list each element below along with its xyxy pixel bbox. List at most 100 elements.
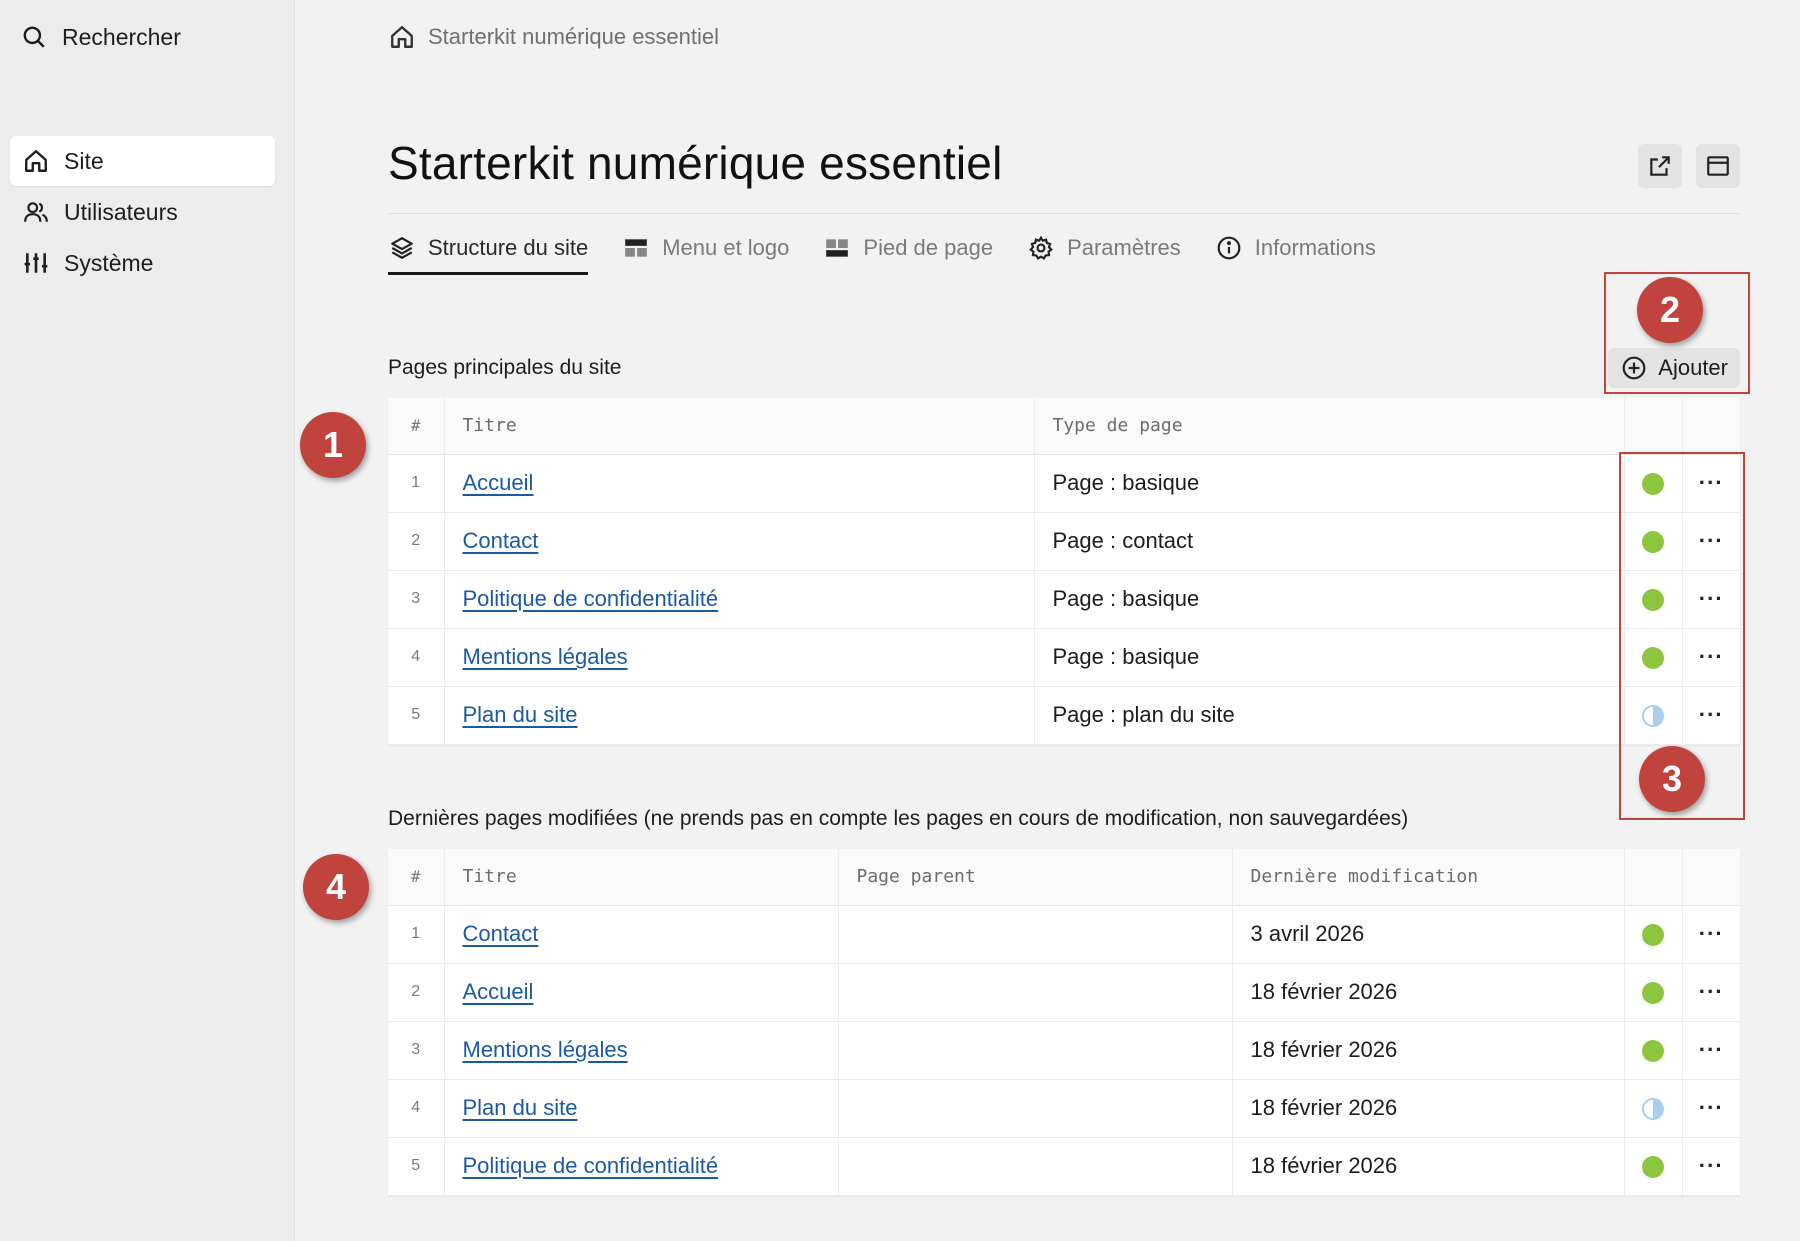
tab-information[interactable]: Informations — [1215, 224, 1376, 272]
table-row: 5 Plan du site Page : plan du site ··· — [388, 686, 1740, 745]
actions-cell: ··· — [1681, 963, 1740, 1022]
more-options-button[interactable]: ··· — [1699, 1153, 1724, 1178]
table-row: 4 Mentions légales Page : basique ··· — [388, 628, 1740, 687]
row-number: 2 — [388, 512, 444, 571]
published-status-icon — [1642, 924, 1664, 947]
search-button[interactable]: Rechercher — [20, 20, 181, 54]
open-external-button[interactable] — [1638, 144, 1682, 188]
page-type-cell: Page : basique — [1033, 628, 1624, 687]
table-row: 1 Accueil Page : basique ··· — [388, 454, 1740, 513]
main-pages-table: # Titre Type de page 1 Accueil Page : basi… — [388, 398, 1740, 745]
column-header-title[interactable]: Titre — [443, 398, 1034, 455]
table-row: 2 Contact Page : contact ··· — [388, 512, 1740, 571]
tab-footer[interactable]: Pied de page — [823, 224, 993, 272]
parent-page-cell — [837, 905, 1232, 964]
page-title: Starterkit numérique essentiel — [388, 137, 1003, 189]
page-title-link[interactable]: Accueil — [463, 470, 534, 495]
tab-label: Informations — [1254, 235, 1376, 260]
home-icon[interactable] — [388, 23, 416, 51]
parent-page-cell — [837, 963, 1232, 1022]
title-cell: Politique de confidentialité — [443, 1137, 838, 1196]
sidebar-item-site[interactable]: Site — [10, 136, 275, 186]
parent-page-cell — [837, 1079, 1232, 1138]
page-title-link[interactable]: Contact — [463, 921, 539, 946]
external-link-icon — [1646, 152, 1674, 180]
page-title-link[interactable]: Mentions légales — [463, 644, 628, 669]
sidebar: Rechercher Site Utilisateurs Système — [0, 0, 295, 1241]
title-cell: Politique de confidentialité — [443, 570, 1034, 629]
draft-status-icon — [1642, 1098, 1664, 1121]
title-divider — [388, 213, 1740, 214]
row-number: 3 — [388, 1021, 444, 1080]
tab-site-structure[interactable]: Structure du site — [388, 224, 589, 275]
sidebar-item-users[interactable]: Utilisateurs — [10, 187, 275, 237]
status-cell — [1623, 963, 1682, 1022]
table-row: 3 Mentions légales 18 février 2026 ··· — [388, 1021, 1740, 1080]
page-title-link[interactable]: Politique de confidentialité — [463, 1153, 719, 1178]
page-title-link[interactable]: Politique de confidentialité — [463, 586, 719, 611]
tab-label: Structure du site — [428, 235, 589, 260]
page-title-link[interactable]: Mentions légales — [463, 1037, 628, 1062]
row-number: 5 — [388, 686, 444, 745]
column-header-parent-page[interactable]: Page parent — [837, 849, 1232, 906]
footer-layout-icon — [823, 234, 851, 262]
actions-cell: ··· — [1681, 1137, 1740, 1196]
recent-pages-heading: Dernières pages modifiées (ne prends pas… — [388, 807, 1409, 830]
last-modified-cell: 3 avril 2026 — [1231, 905, 1624, 964]
column-header-status — [1623, 849, 1682, 906]
page-type-cell: Page : contact — [1033, 512, 1624, 571]
title-cell: Mentions légales — [443, 628, 1034, 687]
published-status-icon — [1642, 982, 1664, 1005]
annotation-marker-2: 2 — [1637, 277, 1703, 343]
row-number: 3 — [388, 570, 444, 629]
row-number: 1 — [388, 454, 444, 513]
title-cell: Contact — [443, 512, 1034, 571]
preview-window-button[interactable] — [1696, 144, 1740, 188]
table-row: 4 Plan du site 18 février 2026 ··· — [388, 1079, 1740, 1138]
column-header-title[interactable]: Titre — [443, 849, 838, 906]
title-cell: Mentions légales — [443, 1021, 838, 1080]
main-pages-body: 1 Accueil Page : basique ··· 2 Contact Page : … — [388, 454, 1740, 745]
more-options-button[interactable]: ··· — [1699, 1037, 1724, 1062]
breadcrumb-current[interactable]: Starterkit numérique essentiel — [428, 24, 719, 50]
status-cell — [1623, 905, 1682, 964]
table-header-row: # Titre Page parent Dernière modificatio… — [388, 849, 1740, 906]
gear-icon — [1027, 234, 1055, 262]
info-icon — [1215, 234, 1243, 262]
main-content: Starterkit numérique essentiel Starterki… — [388, 0, 1740, 1241]
header-layout-icon — [622, 234, 650, 262]
title-cell: Accueil — [443, 963, 838, 1022]
sidebar-item-system[interactable]: Système — [10, 238, 275, 288]
status-cell — [1623, 1137, 1682, 1196]
search-icon — [20, 23, 48, 51]
breadcrumb: Starterkit numérique essentiel — [388, 20, 719, 54]
page-title-link[interactable]: Plan du site — [463, 702, 578, 727]
recent-pages-body: 1 Contact 3 avril 2026 ··· 2 Accueil 18 févrie… — [388, 905, 1740, 1196]
page-type-cell: Page : plan du site — [1033, 686, 1624, 745]
more-options-button[interactable]: ··· — [1699, 1095, 1724, 1120]
more-options-button[interactable]: ··· — [1699, 921, 1724, 946]
title-cell: Accueil — [443, 454, 1034, 513]
column-header-last-modified[interactable]: Dernière modification — [1231, 849, 1624, 906]
tab-label: Menu et logo — [662, 235, 790, 260]
more-options-button[interactable]: ··· — [1699, 979, 1724, 1004]
table-header-row: # Titre Type de page — [388, 398, 1740, 455]
home-icon — [22, 147, 50, 175]
sidebar-nav: Site Utilisateurs Système — [10, 136, 275, 289]
tab-label: Paramètres — [1067, 235, 1181, 260]
column-header-status — [1623, 398, 1682, 455]
search-label: Rechercher — [62, 23, 181, 50]
annotation-marker-3: 3 — [1639, 746, 1705, 812]
page-title-link[interactable]: Accueil — [463, 979, 534, 1004]
published-status-icon — [1642, 1040, 1664, 1063]
page-title-link[interactable]: Plan du site — [463, 1095, 578, 1120]
tab-settings[interactable]: Paramètres — [1027, 224, 1181, 272]
published-status-icon — [1642, 1156, 1664, 1179]
page-title-link[interactable]: Contact — [463, 528, 539, 553]
sidebar-item-label: Site — [64, 147, 104, 174]
users-icon — [22, 198, 50, 226]
column-header-page-type[interactable]: Type de page — [1033, 398, 1624, 455]
browser-window-icon — [1704, 152, 1732, 180]
tab-menu-logo[interactable]: Menu et logo — [622, 224, 789, 272]
actions-cell: ··· — [1681, 905, 1740, 964]
